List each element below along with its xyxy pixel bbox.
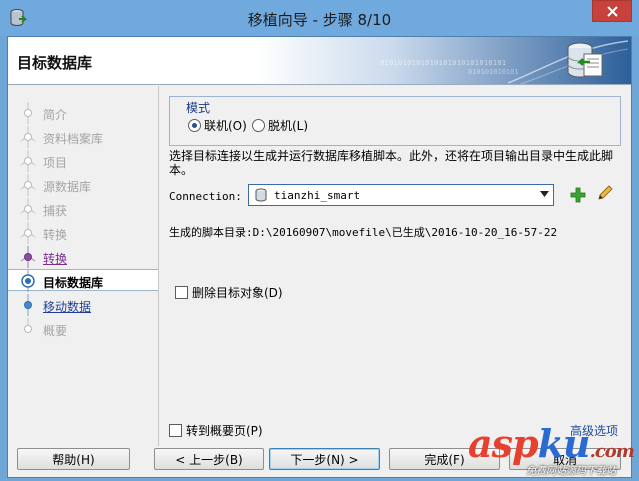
step-capture: 捕获 — [8, 198, 158, 220]
step-node-icon — [24, 294, 32, 316]
drop-target-objects-checkbox[interactable]: 删除目标对象(D) — [175, 284, 283, 301]
step-repository: 资料档案库 — [8, 126, 158, 148]
step-node-icon — [24, 318, 32, 333]
drop-target-objects-label: 删除目标对象(D) — [192, 286, 283, 300]
offline-radio[interactable]: 脱机(L) — [252, 117, 308, 134]
watermark-logo-net: .com — [589, 441, 635, 462]
plus-icon[interactable] — [570, 187, 586, 203]
database-icon — [255, 188, 267, 202]
chevron-down-icon — [540, 191, 549, 197]
step-label: 概要 — [43, 324, 68, 338]
watermark-logo-ku: ku — [537, 421, 591, 466]
header-banner: 目标数据库 0101010101010101010101010101 01010… — [8, 37, 631, 85]
connection-value: tianzhi_smart — [274, 189, 361, 202]
step-node-icon — [24, 102, 32, 124]
mode-legend: 模式 — [184, 99, 213, 116]
watermark: aspku.com 免费网站源码下载站 — [468, 424, 639, 480]
checkbox-box[interactable] — [169, 424, 182, 437]
close-button[interactable] — [592, 0, 632, 22]
mode-group: 模式 联机(O) 脱机(L) — [169, 96, 621, 146]
step-node-icon — [20, 150, 36, 172]
step-node-current-icon — [21, 270, 35, 292]
main-content: 模式 联机(O) 脱机(L) 选择目标连接以生成并运行数据库移植脚本。此外，还将… — [159, 86, 631, 446]
step-convert: 转换 — [8, 222, 158, 244]
online-radio-dot[interactable] — [188, 119, 201, 132]
step-node-icon — [20, 174, 36, 196]
offline-radio-label: 脱机(L) — [268, 119, 309, 133]
script-directory: 生成的脚本目录:D:\20160907\movefile\已生成\2016-10… — [169, 226, 558, 239]
step-node-icon — [20, 222, 36, 244]
description-text: 选择目标连接以生成并运行数据库移植脚本。此外，还将在项目输出目录中生成此脚本。 — [169, 149, 614, 177]
checkbox-box[interactable] — [175, 286, 188, 299]
online-radio[interactable]: 联机(O) — [188, 117, 247, 134]
step-label[interactable]: 移动数据 — [43, 298, 91, 315]
goto-summary-label: 转到概要页(P) — [186, 424, 263, 438]
back-button[interactable]: < 上一步(B) — [154, 448, 264, 470]
database-migrate-icon — [567, 42, 603, 78]
step-project: 项目 — [8, 150, 158, 172]
step-target-db: 目标数据库 — [8, 269, 158, 292]
step-label: 捕获 — [43, 204, 68, 218]
step-summary: 概要 — [8, 318, 158, 340]
watermark-subtitle: 免费网站源码下载站 — [526, 466, 616, 477]
step-label: 资料档案库 — [43, 132, 104, 146]
step-label: 转换 — [43, 228, 68, 242]
step-node-icon — [20, 126, 36, 148]
step-label: 项目 — [43, 156, 68, 170]
step-label[interactable]: 转换 — [43, 250, 67, 267]
connection-label: Connection: — [169, 190, 242, 203]
banner-binary-text: 0101010101010101010101010101 — [380, 59, 507, 67]
pencil-icon[interactable] — [596, 184, 614, 202]
connection-select[interactable]: tianzhi_smart — [248, 184, 554, 206]
step-move-data[interactable]: 移动数据 — [8, 294, 158, 316]
step-intro: 简介 — [8, 102, 158, 124]
page-title: 目标数据库 — [17, 54, 93, 72]
step-label: 目标数据库 — [43, 276, 104, 290]
close-icon — [607, 6, 618, 17]
wizard-dialog: 目标数据库 0101010101010101010101010101 01010… — [7, 36, 632, 478]
wizard-steps: 简介 资料档案库 项目 源数据库 捕获 转换 转换 目标数据库 移动数据 概要 — [8, 86, 158, 391]
step-node-icon — [20, 246, 36, 268]
title-bar: 移植向导 - 步骤 8/10 — [0, 0, 639, 36]
online-radio-label: 联机(O) — [204, 119, 247, 133]
help-button[interactable]: 帮助(H) — [17, 448, 130, 470]
step-translate[interactable]: 转换 — [8, 246, 158, 268]
watermark-logo-asp: asp — [468, 421, 539, 466]
next-button[interactable]: 下一步(N) > — [269, 448, 380, 470]
step-source-db: 源数据库 — [8, 174, 158, 196]
goto-summary-checkbox[interactable]: 转到概要页(P) — [169, 422, 263, 439]
window-title: 移植向导 - 步骤 8/10 — [247, 11, 392, 29]
step-node-icon — [20, 198, 36, 220]
step-label: 简介 — [43, 108, 68, 122]
step-label: 源数据库 — [43, 180, 92, 194]
offline-radio-dot[interactable] — [252, 119, 265, 132]
